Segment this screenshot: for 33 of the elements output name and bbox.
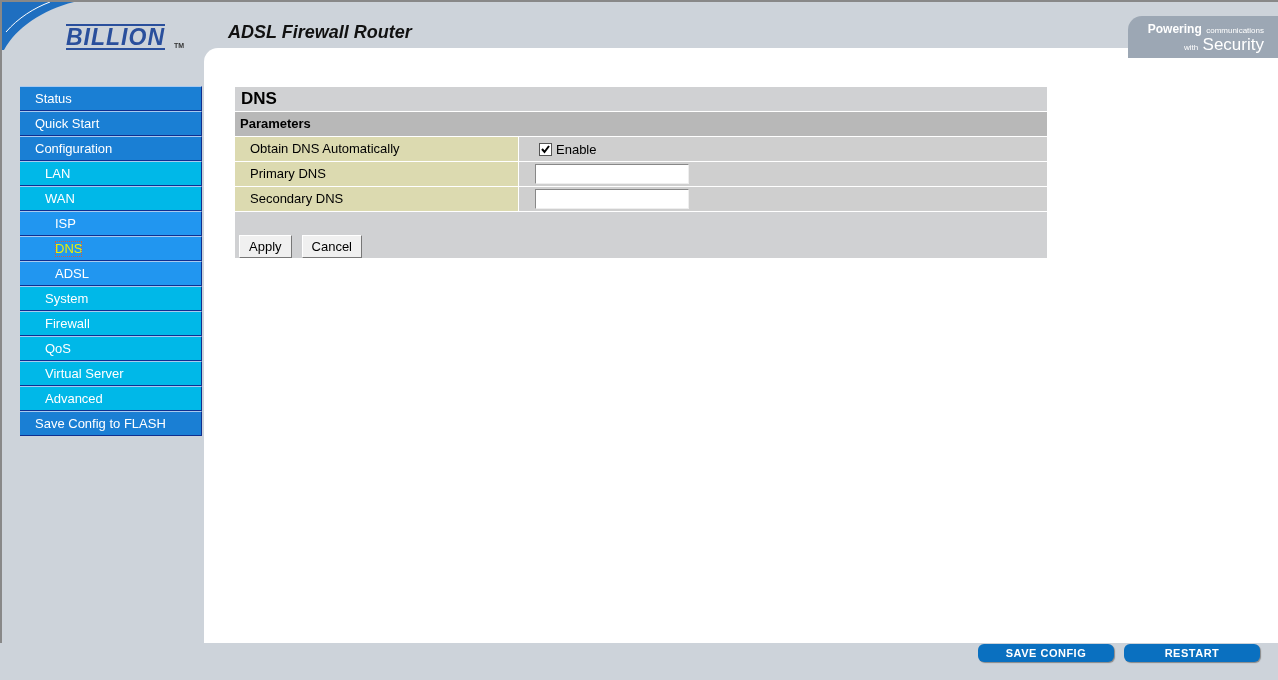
- field-label: Secondary DNS: [235, 187, 519, 211]
- tagline-text: Security: [1202, 35, 1264, 54]
- menu-item[interactable]: DNS: [20, 236, 202, 261]
- field-label: Primary DNS: [235, 162, 519, 186]
- tagline-text: communications: [1206, 26, 1264, 35]
- section-header: Parameters: [235, 112, 1047, 137]
- logo: BILLION: [66, 24, 165, 50]
- checkbox[interactable]: [539, 142, 552, 156]
- menu-item[interactable]: LAN: [20, 161, 202, 186]
- menu-item[interactable]: ISP: [20, 211, 202, 236]
- menu-item[interactable]: Firewall: [20, 311, 202, 336]
- input-field[interactable]: [535, 164, 689, 184]
- form-button[interactable]: Apply: [239, 235, 292, 258]
- menu-item[interactable]: Status: [20, 86, 202, 111]
- footer-button[interactable]: RESTART: [1124, 644, 1260, 662]
- field-label: Obtain DNS Automatically: [235, 137, 519, 161]
- menu-item[interactable]: WAN: [20, 186, 202, 211]
- menu-item[interactable]: Advanced: [20, 386, 202, 411]
- input-field[interactable]: [535, 189, 689, 209]
- menu-item[interactable]: Configuration: [20, 136, 202, 161]
- menu-item[interactable]: Quick Start: [20, 111, 202, 136]
- menu-item[interactable]: Virtual Server: [20, 361, 202, 386]
- form-button[interactable]: Cancel: [301, 235, 362, 258]
- menu-item[interactable]: QoS: [20, 336, 202, 361]
- footer-button[interactable]: SAVE CONFIG: [978, 644, 1114, 662]
- tagline-text: with: [1183, 43, 1199, 52]
- menu-item[interactable]: Save Config to FLASH: [20, 411, 202, 436]
- form-title: DNS: [235, 87, 1047, 112]
- tagline-text: Powering: [1147, 22, 1202, 36]
- menu-item[interactable]: System: [20, 286, 202, 311]
- page-title: ADSL Firewall Router: [228, 22, 412, 44]
- checkbox-label: Enable: [556, 141, 597, 157]
- menu-item[interactable]: ADSL: [20, 261, 202, 286]
